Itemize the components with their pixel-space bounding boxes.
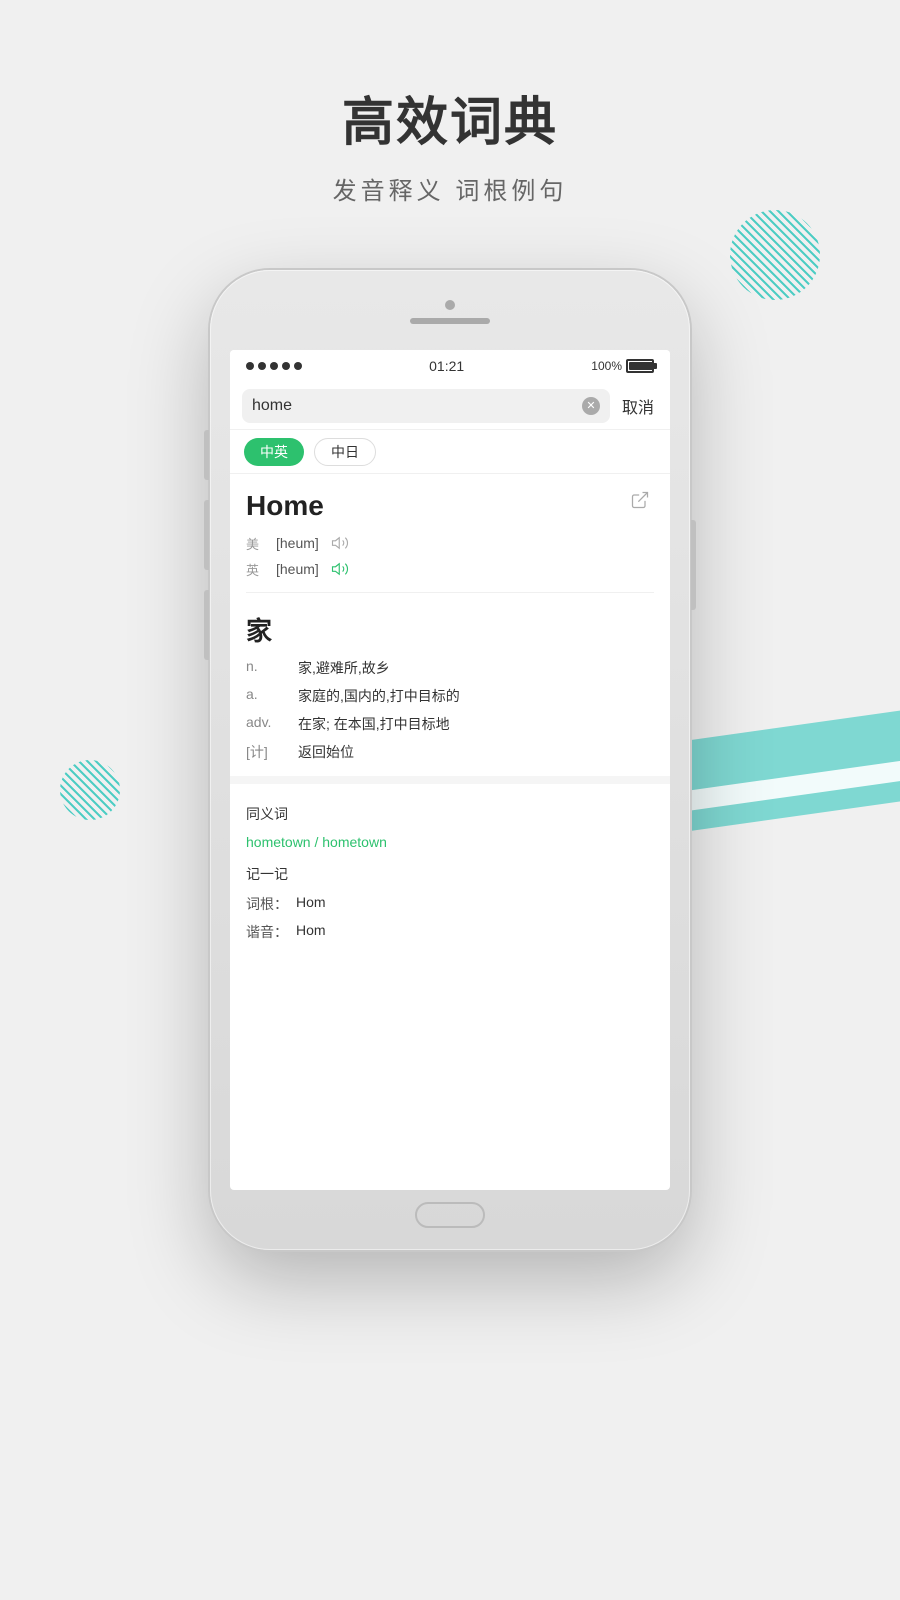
- def-row-comp: [计] 返回始位: [230, 738, 670, 766]
- decorative-circle-top: [730, 210, 820, 300]
- phone-camera: [445, 300, 455, 310]
- tab-chinese-english-label: 中英: [260, 442, 288, 462]
- content-area: Home 美 [heum]: [230, 474, 670, 1190]
- search-clear-button[interactable]: ✕: [582, 397, 600, 415]
- signal-dot-4: [282, 362, 290, 370]
- speaker-us-icon[interactable]: [329, 532, 351, 554]
- def-row-n: n. 家,避难所,故乡: [230, 654, 670, 682]
- page-title-area: 高效词典 发音释义 词根例句: [0, 80, 900, 206]
- phonetic-value: Hom: [296, 922, 326, 942]
- battery-fill: [629, 362, 653, 370]
- phone-body: 01:21 100% home ✕ 取消 中英: [210, 270, 690, 1250]
- phone-button-power: [691, 520, 696, 610]
- share-icon[interactable]: [630, 490, 654, 514]
- phone-screen: 01:21 100% home ✕ 取消 中英: [230, 350, 670, 1190]
- signal-dot-3: [270, 362, 278, 370]
- phonetic-row: 谐音： Hom: [230, 918, 670, 946]
- def-row-adv: adv. 在家; 在本国,打中目标地: [230, 710, 670, 738]
- pron-us-label: 美: [246, 534, 266, 553]
- phone-button-vol-up: [204, 500, 209, 570]
- search-cancel-button[interactable]: 取消: [618, 394, 658, 418]
- phone-speaker: [410, 318, 490, 324]
- section-divider: [230, 776, 670, 784]
- def-type-n: n.: [246, 658, 282, 678]
- def-text-a: 家庭的,国内的,打中目标的: [298, 686, 654, 706]
- search-input[interactable]: home: [252, 397, 576, 415]
- search-input-wrapper[interactable]: home ✕: [242, 389, 610, 423]
- status-battery: 100%: [591, 359, 654, 373]
- def-text-n: 家,避难所,故乡: [298, 658, 654, 678]
- phone-button-mute: [204, 430, 209, 480]
- pron-uk-text: [heum]: [276, 561, 319, 577]
- signal-dots: [246, 362, 302, 370]
- speaker-uk-icon[interactable]: [329, 558, 351, 580]
- pronunciation-us: 美 [heum]: [230, 530, 670, 556]
- def-type-a: a.: [246, 686, 282, 706]
- tab-bar: 中英 中日: [230, 430, 670, 474]
- phone-home-button[interactable]: [415, 1202, 485, 1228]
- synonyms-list[interactable]: hometown / hometown: [230, 830, 670, 854]
- def-text-comp: 返回始位: [298, 742, 654, 762]
- phonetic-label: 谐音：: [246, 922, 288, 942]
- pronunciation-uk: 英 [heum]: [230, 556, 670, 582]
- synonyms-header: 同义词: [230, 794, 670, 830]
- def-type-comp: [计]: [246, 742, 282, 762]
- page-subtitle: 发音释义 词根例句: [0, 171, 900, 206]
- word-root-row: 词根： Hom: [230, 890, 670, 918]
- phone-button-vol-down: [204, 590, 209, 660]
- tab-chinese-japanese[interactable]: 中日: [314, 438, 376, 466]
- status-time: 01:21: [429, 358, 464, 374]
- page-title: 高效词典: [0, 80, 900, 155]
- battery-pct-text: 100%: [591, 359, 622, 373]
- word-title: Home: [246, 490, 324, 522]
- divider-1: [246, 592, 654, 593]
- def-text-adv: 在家; 在本国,打中目标地: [298, 714, 654, 734]
- def-type-adv: adv.: [246, 714, 282, 734]
- memory-header: 记一记: [230, 854, 670, 890]
- def-row-a: a. 家庭的,国内的,打中目标的: [230, 682, 670, 710]
- signal-dot-1: [246, 362, 254, 370]
- word-root-label: 词根：: [246, 894, 288, 914]
- phone-mockup: 01:21 100% home ✕ 取消 中英: [210, 270, 690, 1250]
- pron-us-text: [heum]: [276, 535, 319, 551]
- status-bar: 01:21 100%: [230, 350, 670, 382]
- pron-uk-label: 英: [246, 560, 266, 579]
- tab-chinese-english[interactable]: 中英: [244, 438, 304, 466]
- word-header: Home: [230, 474, 670, 530]
- word-root-value: Hom: [296, 894, 326, 914]
- tab-chinese-japanese-label: 中日: [331, 442, 359, 462]
- chinese-translation: 家: [230, 603, 670, 654]
- signal-dot-5: [294, 362, 302, 370]
- battery-icon: [626, 359, 654, 373]
- signal-dot-2: [258, 362, 266, 370]
- decorative-circle-bottom: [60, 760, 120, 820]
- search-bar: home ✕ 取消: [230, 382, 670, 430]
